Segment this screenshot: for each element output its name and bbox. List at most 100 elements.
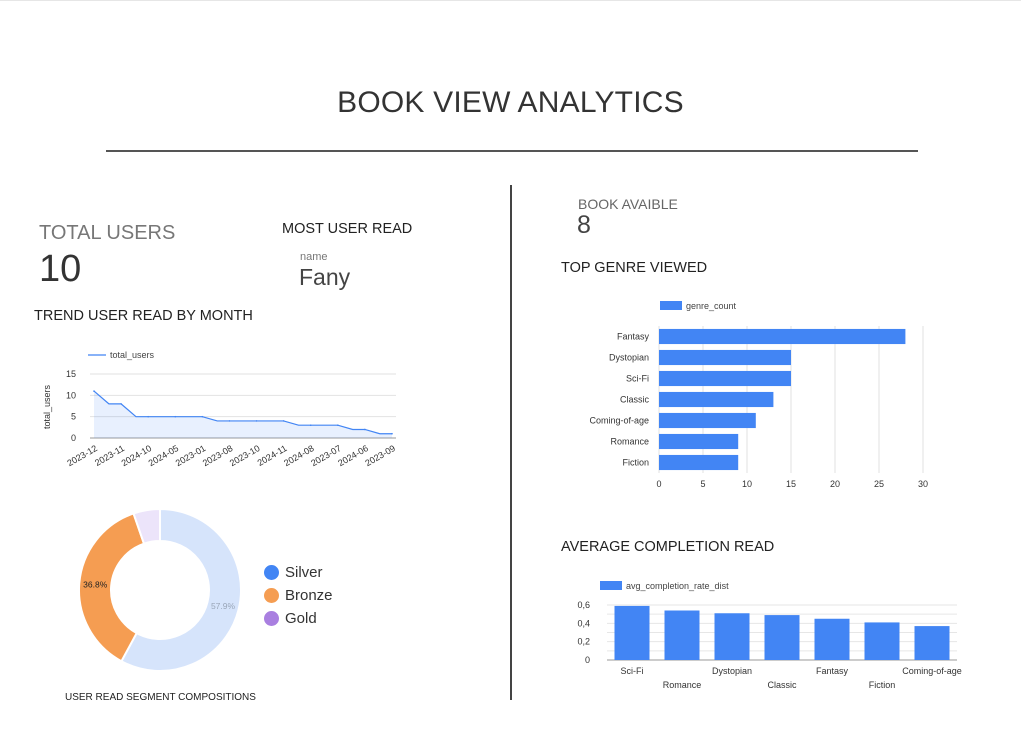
completion-category-label: Romance — [663, 680, 702, 690]
trend-point — [228, 420, 231, 422]
completion-category-label: Coming-of-age — [902, 666, 962, 676]
trend-y-axis-label: total_users — [42, 384, 52, 429]
genre-bar — [659, 412, 756, 429]
trend-point — [147, 415, 149, 418]
completion-category-label: Fantasy — [816, 666, 849, 676]
total-users-label: TOTAL USERS — [39, 222, 176, 244]
legend-label-gold: Gold — [285, 610, 317, 627]
segment-title: USER READ SEGMENT COMPOSITIONS — [65, 692, 256, 703]
trend-title: TREND USER READ BY MONTH — [34, 308, 253, 324]
trend-x-tick: 2023-10 — [228, 443, 262, 468]
segment-donut-chart: 57.9% 36.8% — [78, 508, 242, 672]
bronze-dot-icon — [264, 588, 279, 603]
trend-x-tick: 2023-07 — [309, 443, 343, 468]
genre-chart: genre_count 0 5 10 15 20 25 30 Fantasy Dystopian… — [589, 301, 928, 489]
total-users-value: 10 — [39, 248, 82, 290]
genre-x-tick: 0 — [656, 479, 661, 489]
genre-x-tick: 10 — [742, 479, 752, 489]
trend-x-tick: 2024-06 — [336, 443, 370, 468]
completion-category-label: Classic — [767, 680, 797, 690]
genre-x-tick: 15 — [786, 479, 796, 489]
legend-label-silver: Silver — [285, 564, 323, 581]
trend-point — [201, 415, 204, 418]
trend-point — [391, 432, 393, 435]
genre-category-label: Sci-Fi — [626, 374, 649, 384]
trend-y-tick: 15 — [66, 369, 76, 379]
completion-category-label: Dystopian — [712, 666, 752, 676]
completion-category-label: Fiction — [869, 680, 896, 690]
book-available-label: BOOK AVAIBLE — [578, 196, 678, 212]
most-user-read-value: Fany — [299, 264, 351, 290]
most-user-read-title: MOST USER READ — [282, 221, 413, 237]
donut-data-label: 57.9% — [211, 601, 236, 611]
completion-legend-label: avg_completion_rate_dist — [626, 581, 729, 591]
trend-y-tick: 10 — [66, 390, 76, 400]
trend-point — [93, 390, 95, 392]
trend-point — [120, 403, 122, 405]
gold-dot-icon — [264, 611, 279, 626]
trend-area — [94, 391, 392, 438]
top-border — [0, 0, 1021, 1]
trend-point — [174, 415, 177, 418]
legend-item-silver: Silver — [264, 561, 333, 584]
completion-y-tick: 0 — [585, 655, 590, 665]
vertical-divider — [510, 185, 512, 700]
trend-point — [255, 420, 258, 422]
donut-data-label: 36.8% — [83, 580, 108, 590]
genre-legend-swatch — [660, 301, 682, 310]
trend-point — [309, 424, 312, 426]
trend-y-tick: 0 — [71, 433, 76, 443]
completion-bar — [764, 615, 800, 660]
completion-y-tick: 0,6 — [577, 600, 590, 610]
genre-category-label: Coming-of-age — [589, 416, 649, 426]
genre-x-tick: 5 — [700, 479, 705, 489]
genre-category-label: Romance — [610, 437, 649, 447]
genre-title: TOP GENRE VIEWED — [561, 260, 708, 276]
genre-category-label: Fantasy — [617, 332, 650, 342]
genre-bar — [659, 433, 739, 450]
completion-bar — [714, 613, 750, 660]
genre-bar — [659, 391, 774, 408]
trend-x-tick: 2023-12 — [65, 443, 99, 468]
completion-chart: avg_completion_rate_dist 0 0,2 0,4 0,6 Sci-F… — [577, 581, 962, 690]
completion-y-tick: 0,2 — [577, 637, 590, 647]
genre-legend-label: genre_count — [686, 301, 737, 311]
completion-legend-swatch — [600, 581, 622, 590]
book-available-value: 8 — [577, 211, 591, 239]
completion-bar — [614, 605, 650, 660]
genre-bar — [659, 370, 791, 387]
page-title: BOOK VIEW ANALYTICS — [337, 86, 684, 119]
completion-y-tick: 0,4 — [577, 618, 590, 628]
genre-category-label: Fiction — [622, 458, 649, 468]
genre-x-tick: 20 — [830, 479, 840, 489]
trend-x-tick: 2023-09 — [363, 443, 397, 468]
completion-title: AVERAGE COMPLETION READ — [561, 539, 775, 555]
trend-point — [337, 424, 339, 426]
most-user-read-field: name — [300, 251, 328, 263]
trend-x-tick: 2023-08 — [201, 443, 235, 468]
title-divider — [106, 150, 918, 152]
legend-label-bronze: Bronze — [285, 587, 333, 604]
completion-bar — [914, 626, 950, 660]
genre-category-label: Dystopian — [609, 353, 649, 363]
genre-bar — [659, 454, 739, 471]
trend-x-tick: 2023-01 — [174, 443, 208, 468]
trend-point — [282, 420, 285, 422]
trend-chart: total_users total_users 0 5 10 15 2023-12 202… — [42, 350, 397, 468]
completion-category-label: Sci-Fi — [621, 666, 644, 676]
legend-item-gold: Gold — [264, 607, 333, 630]
genre-x-tick: 30 — [918, 479, 928, 489]
trend-y-tick: 5 — [71, 412, 76, 422]
completion-bar — [664, 610, 700, 660]
trend-x-tick: 2024-08 — [282, 443, 316, 468]
genre-category-label: Classic — [620, 395, 650, 405]
segment-legend: Silver Bronze Gold — [264, 561, 333, 630]
trend-point — [364, 428, 366, 431]
genre-bar — [659, 328, 906, 345]
genre-bar — [659, 349, 791, 366]
legend-item-bronze: Bronze — [264, 584, 333, 607]
trend-x-tick: 2024-10 — [120, 443, 154, 468]
completion-bar — [864, 622, 900, 660]
completion-bar — [814, 618, 850, 660]
trend-legend-label: total_users — [110, 350, 155, 360]
